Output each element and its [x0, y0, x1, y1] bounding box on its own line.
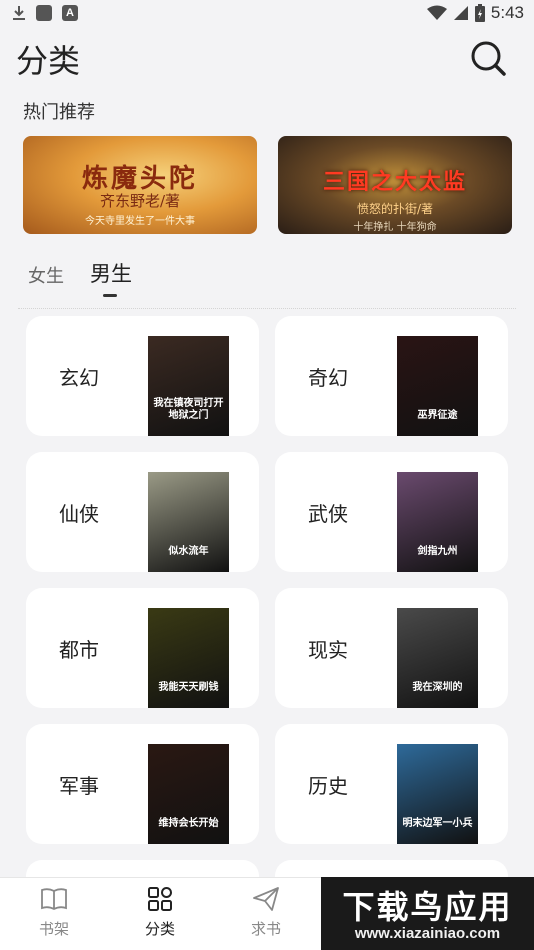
- app-notification-icon: [36, 5, 52, 21]
- divider: [18, 308, 516, 309]
- banner-subtitle: 今天寺里发生了一件大事: [85, 216, 195, 227]
- category-label: 军事: [59, 774, 99, 798]
- grid-icon: [148, 887, 172, 911]
- category-card-xianshi[interactable]: 现实 我在深圳的: [275, 588, 508, 708]
- nav-bookshelf[interactable]: 书架: [24, 886, 84, 939]
- category-card-qihuan[interactable]: 奇幻 巫界征途: [275, 316, 508, 436]
- category-label: 历史: [308, 774, 348, 798]
- hot-recommend-title: 热门推荐: [23, 102, 95, 123]
- app-header: 分类: [0, 30, 534, 86]
- cover-title: 似水流年: [168, 546, 209, 557]
- nav-category[interactable]: 分类: [130, 886, 190, 939]
- category-card-wuxia[interactable]: 武侠 剑指九州: [275, 452, 508, 572]
- book-cover: 巫界征途: [397, 336, 478, 436]
- watermark-main-text: 下载鸟应用: [342, 888, 513, 926]
- watermark-url: www.xiazainiao.com: [354, 925, 501, 942]
- tab-male[interactable]: 男生: [90, 258, 132, 297]
- hot-banner-2[interactable]: 三国之大太监 愤怒的扑街/著 十年挣扎 十年狗命: [278, 136, 512, 234]
- banner-author: 齐东野老/著: [99, 192, 181, 210]
- category-card-xuanhuan[interactable]: 玄幻 我在镇夜司打开地狱之门: [26, 316, 259, 436]
- status-bar: A 5:43: [0, 0, 534, 28]
- cellular-signal-icon: [453, 6, 468, 20]
- nav-label: 求书: [250, 920, 281, 938]
- hot-banner-1[interactable]: 炼魔头陀 齐东野老/著 今天寺里发生了一件大事: [23, 136, 257, 234]
- search-button[interactable]: [468, 38, 508, 78]
- nav-label: 书架: [38, 920, 69, 938]
- gender-tabs: 女生 男生: [28, 258, 132, 297]
- watermark: 下载鸟应用 www.xiazainiao.com: [321, 877, 534, 950]
- cover-title: 剑指九州: [417, 546, 458, 557]
- book-cover: 似水流年: [148, 472, 229, 572]
- book-icon: [41, 888, 67, 911]
- category-card-dushi[interactable]: 都市 我能天天刷钱: [26, 588, 259, 708]
- cover-title: 我能天天刷钱: [158, 682, 219, 693]
- category-label: 都市: [59, 638, 99, 662]
- page-title: 分类: [16, 42, 81, 80]
- category-card-lishi[interactable]: 历史 明末边军一小兵: [275, 724, 508, 844]
- banner-subtitle: 十年挣扎 十年狗命: [353, 222, 437, 233]
- status-icons-right: 5:43: [426, 3, 524, 23]
- category-label: 武侠: [308, 502, 348, 526]
- send-icon: [253, 887, 279, 911]
- book-cover: 我能天天刷钱: [148, 608, 229, 708]
- cover-title: 明末边军一小兵: [402, 818, 473, 829]
- book-cover: 明末边军一小兵: [397, 744, 478, 844]
- cover-title: 我在深圳的: [412, 682, 463, 693]
- category-card-xianxia[interactable]: 仙侠 似水流年: [26, 452, 259, 572]
- cover-title: 我在镇夜司打开地狱之门: [153, 398, 224, 421]
- font-app-icon: A: [62, 5, 78, 21]
- search-icon: [471, 41, 506, 76]
- wifi-icon: [426, 5, 447, 20]
- download-icon: [12, 5, 26, 21]
- tab-female[interactable]: 女生: [28, 262, 64, 288]
- status-icons-left: A: [12, 5, 78, 21]
- category-card-junshi[interactable]: 军事 维持会长开始: [26, 724, 259, 844]
- banner-title: 三国之大太监: [322, 169, 467, 195]
- battery-icon: [474, 4, 485, 22]
- book-cover: 维持会长开始: [148, 744, 229, 844]
- nav-request-book[interactable]: 求书: [236, 886, 296, 939]
- cover-title: 维持会长开始: [158, 818, 219, 829]
- category-label: 奇幻: [308, 366, 348, 390]
- book-cover: 我在镇夜司打开地狱之门: [148, 336, 229, 436]
- category-label: 仙侠: [59, 502, 99, 526]
- category-label: 玄幻: [59, 366, 99, 390]
- cover-title: 巫界征途: [417, 410, 458, 421]
- status-time: 5:43: [490, 3, 524, 22]
- book-cover: 我在深圳的: [397, 608, 478, 708]
- book-cover: 剑指九州: [397, 472, 478, 572]
- nav-label: 分类: [144, 920, 175, 938]
- category-label: 现实: [308, 638, 348, 662]
- banner-author: 愤怒的扑街/著: [356, 202, 434, 216]
